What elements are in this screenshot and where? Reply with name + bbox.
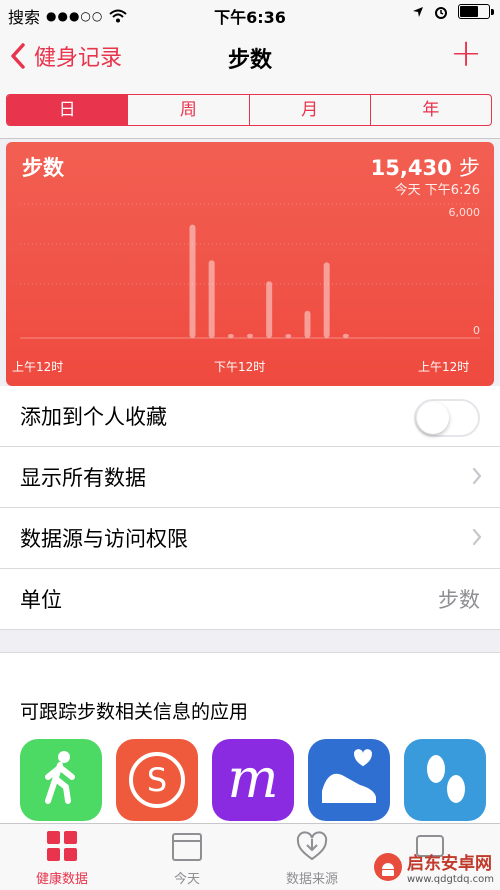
segment-month[interactable]: 月 xyxy=(248,95,370,125)
alarm-icon xyxy=(435,6,447,19)
watermark-url: www.qdgtdq.com xyxy=(407,874,494,885)
unit-label: 单位 xyxy=(20,588,62,612)
steps-chart-card[interactable]: 步数 15,430 步 今天 下午6:26 6,000 0 上午12时 下午12… xyxy=(6,142,494,386)
s-circle-icon: S xyxy=(116,739,198,821)
unit-row[interactable]: 单位 步数 xyxy=(0,569,500,630)
tab-health-data-label: 健康数据 xyxy=(35,872,88,887)
watermark: 启东安卓网 www.qdgtdq.com xyxy=(373,849,494,885)
chart-total-value: 15,430 xyxy=(370,156,452,180)
app-walking[interactable] xyxy=(20,739,102,821)
tab-sources-label: 数据来源 xyxy=(285,872,338,887)
apps-section: 可跟踪步数相关信息的应用 S m xyxy=(0,652,500,823)
chart-title: 步数 xyxy=(22,156,64,180)
chart-total-unit: 步 xyxy=(459,156,480,180)
x-axis-label-end: 上午12时 xyxy=(418,360,470,374)
chart-bar xyxy=(227,334,234,338)
watermark-text: 启东安卓网 xyxy=(407,854,492,874)
nav-bar: 健身记录 步数 + xyxy=(0,28,500,84)
chart-bar xyxy=(247,333,253,338)
tab-health-data[interactable]: 健康数据 xyxy=(12,830,112,887)
grid-squares-icon xyxy=(47,831,77,861)
chevron-right-icon xyxy=(472,467,482,485)
toggle-knob xyxy=(417,402,449,434)
chart-bar xyxy=(208,260,215,338)
y-axis-max-label: 6,000 xyxy=(448,206,481,219)
tab-sources[interactable]: 数据来源 xyxy=(262,830,362,887)
chart-bar xyxy=(342,333,349,338)
app-s-circle[interactable]: S xyxy=(116,739,198,821)
x-axis-label-start: 上午12时 xyxy=(12,360,64,374)
segment-week[interactable]: 周 xyxy=(127,95,248,125)
status-right xyxy=(412,4,494,19)
show-all-data-row[interactable]: 显示所有数据 xyxy=(0,447,500,508)
status-bar: 搜索 ●●●○○ 下午6:36 xyxy=(0,0,500,28)
app-running-shoe[interactable] xyxy=(308,739,390,821)
battery-icon xyxy=(458,4,494,19)
footprints-icon xyxy=(404,739,486,821)
y-axis-min-label: 0 xyxy=(473,324,480,337)
walking-person-icon xyxy=(20,739,102,821)
sources-access-label: 数据源与访问权限 xyxy=(20,527,188,551)
apps-section-header: 可跟踪步数相关信息的应用 xyxy=(20,701,249,723)
chart-bar xyxy=(266,281,273,338)
time-range-segmented-control: 日 周 月 年 xyxy=(6,94,492,126)
segment-year[interactable]: 年 xyxy=(369,95,491,125)
settings-list: 添加到个人收藏 显示所有数据 数据源与访问权限 单位 步数 xyxy=(0,386,500,630)
x-axis-label-mid: 下午12时 xyxy=(214,360,266,374)
m-letter-icon: m xyxy=(212,739,294,821)
segment-day[interactable]: 日 xyxy=(7,95,128,125)
chart-bar xyxy=(304,310,311,338)
download-heart-icon xyxy=(296,831,328,861)
page-title: 步数 xyxy=(227,48,272,73)
chart-bar xyxy=(323,262,330,338)
chart-bar xyxy=(285,334,292,338)
favorite-row[interactable]: 添加到个人收藏 xyxy=(0,386,500,447)
tab-today[interactable]: 今天 xyxy=(137,830,237,887)
svg-text:m: m xyxy=(227,747,278,810)
running-shoe-icon xyxy=(308,739,390,821)
sources-access-row[interactable]: 数据源与访问权限 xyxy=(0,508,500,569)
chevron-right-icon xyxy=(472,528,482,546)
calendar-icon xyxy=(172,833,202,861)
chart-total: 15,430 步 xyxy=(371,152,480,182)
android-logo-icon xyxy=(374,853,402,881)
unit-value: 步数 xyxy=(438,588,480,612)
chart-subtitle: 今天 下午6:26 xyxy=(394,183,480,198)
tab-today-label: 今天 xyxy=(173,872,200,887)
watermark-text-block: 启东安卓网 www.qdgtdq.com xyxy=(407,849,494,885)
favorite-toggle[interactable] xyxy=(414,399,480,437)
chart-bar xyxy=(189,224,196,338)
favorite-row-label: 添加到个人收藏 xyxy=(20,405,167,429)
show-all-data-label: 显示所有数据 xyxy=(20,466,146,490)
app-m-letter[interactable]: m xyxy=(212,739,294,821)
add-data-button[interactable]: + xyxy=(450,34,482,72)
svg-text:S: S xyxy=(147,761,167,799)
location-arrow-icon xyxy=(413,6,423,17)
segment-container: 日 周 月 年 xyxy=(0,84,500,139)
app-footprints[interactable] xyxy=(404,739,486,821)
